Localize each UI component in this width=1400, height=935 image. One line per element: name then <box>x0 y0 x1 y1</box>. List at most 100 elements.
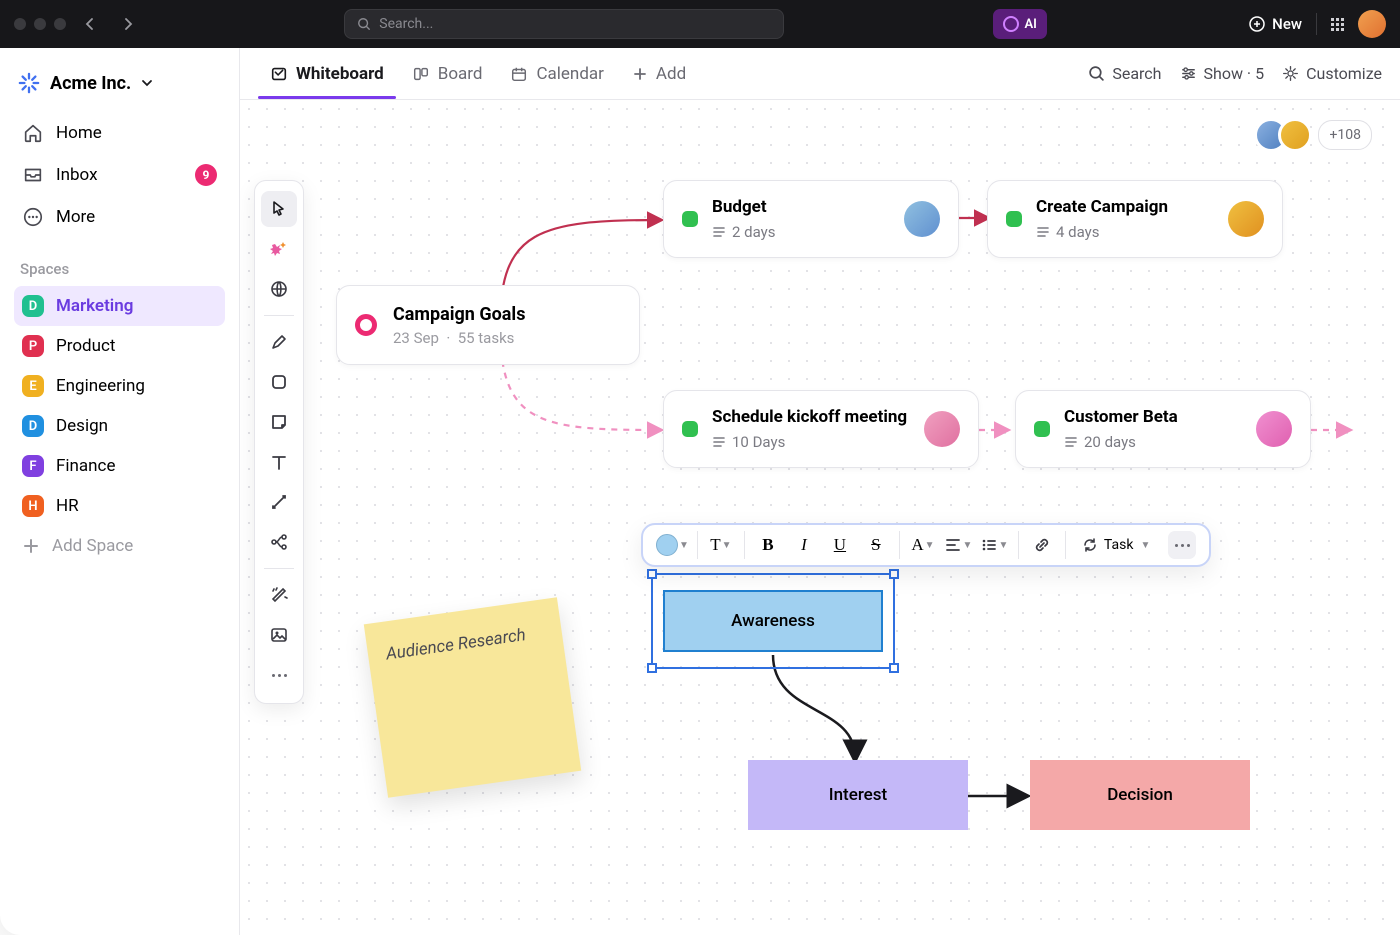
whiteboard-canvas[interactable]: +108 <box>240 100 1400 935</box>
show-filters-button[interactable]: Show · 5 <box>1180 64 1265 83</box>
font-family-button[interactable]: T▼ <box>706 530 736 560</box>
main-content: Whiteboard Board Calendar Add Search <box>240 48 1400 935</box>
text-color-button[interactable]: A▼ <box>908 530 938 560</box>
user-avatar[interactable] <box>1358 10 1386 38</box>
view-bar: Whiteboard Board Calendar Add Search <box>240 48 1400 100</box>
nav-home[interactable]: Home <box>14 112 225 154</box>
card-customer-beta[interactable]: Customer Beta 20 days <box>1015 390 1311 468</box>
text-tool[interactable] <box>261 444 297 480</box>
global-search[interactable]: Search... <box>344 9 784 39</box>
ai-button[interactable]: AI <box>993 9 1047 39</box>
more-collaborators[interactable]: +108 <box>1318 120 1372 150</box>
sticky-note[interactable]: Audience Research <box>364 597 581 797</box>
back-button[interactable] <box>76 10 104 38</box>
space-item-product[interactable]: PProduct <box>14 326 225 366</box>
sidebar: Acme Inc. Home Inbox 9 More Spaces DMark… <box>0 48 240 935</box>
resize-handle[interactable] <box>647 663 657 673</box>
align-button[interactable]: ▼ <box>944 530 974 560</box>
minimize-button[interactable] <box>34 18 46 30</box>
plus-icon <box>22 537 40 555</box>
shape-awareness[interactable]: Awareness <box>663 590 883 652</box>
list-button[interactable]: ▼ <box>980 530 1010 560</box>
shape-decision[interactable]: Decision <box>1030 760 1250 830</box>
shape-tool[interactable] <box>261 364 297 400</box>
status-square-icon <box>1034 421 1050 437</box>
strikethrough-button[interactable]: S <box>861 530 891 560</box>
add-space-button[interactable]: Add Space <box>14 526 225 566</box>
assignee-avatar[interactable] <box>924 411 960 447</box>
space-color-icon: E <box>22 375 44 397</box>
space-color-icon: F <box>22 455 44 477</box>
pen-tool[interactable] <box>261 324 297 360</box>
sync-icon <box>1082 537 1098 553</box>
window-controls[interactable] <box>14 18 66 30</box>
tab-board[interactable]: Board <box>400 50 495 98</box>
space-color-icon: P <box>22 335 44 357</box>
description-icon <box>1036 225 1050 239</box>
maximize-button[interactable] <box>54 18 66 30</box>
plus-circle-icon <box>1249 16 1265 32</box>
description-icon <box>712 435 726 449</box>
new-button[interactable]: New <box>1249 15 1302 33</box>
space-item-finance[interactable]: FFinance <box>14 446 225 486</box>
assignee-avatar[interactable] <box>1256 411 1292 447</box>
close-button[interactable] <box>14 18 26 30</box>
status-square-icon <box>682 421 698 437</box>
space-item-engineering[interactable]: EEngineering <box>14 366 225 406</box>
more-format-button[interactable] <box>1168 531 1196 559</box>
customize-button[interactable]: Customize <box>1282 64 1382 83</box>
card-budget[interactable]: Budget 2 days <box>663 180 959 258</box>
resize-handle[interactable] <box>889 663 899 673</box>
ai-tool[interactable] <box>261 231 297 267</box>
bold-button[interactable]: B <box>753 530 783 560</box>
forward-button[interactable] <box>114 10 142 38</box>
status-square-icon <box>682 211 698 227</box>
space-item-design[interactable]: DDesign <box>14 406 225 446</box>
space-item-hr[interactable]: HHR <box>14 486 225 526</box>
web-tool[interactable] <box>261 271 297 307</box>
search-icon <box>1088 65 1105 82</box>
board-icon <box>412 65 430 83</box>
collaborator-avatars[interactable]: +108 <box>1264 118 1372 152</box>
space-item-marketing[interactable]: DMarketing <box>14 286 225 326</box>
resize-handle[interactable] <box>889 569 899 579</box>
shape-interest[interactable]: Interest <box>748 760 968 830</box>
connector-tool[interactable] <box>261 484 297 520</box>
toolbox-divider <box>264 568 294 569</box>
resize-handle[interactable] <box>647 569 657 579</box>
image-tool[interactable] <box>261 617 297 653</box>
tab-calendar[interactable]: Calendar <box>498 50 615 98</box>
apps-menu-button[interactable] <box>1331 18 1344 31</box>
search-icon <box>357 17 371 31</box>
inbox-badge: 9 <box>195 164 217 186</box>
nav-inbox[interactable]: Inbox 9 <box>14 154 225 196</box>
format-toolbar: ▼ T▼ B I U S A▼ ▼ ▼ <box>641 523 1211 567</box>
card-kickoff[interactable]: Schedule kickoff meeting 10 Days <box>663 390 979 468</box>
wand-tool[interactable] <box>261 577 297 613</box>
status-ring-icon <box>355 314 377 336</box>
more-tools[interactable] <box>261 657 297 693</box>
workspace-logo-icon <box>18 72 40 94</box>
workspace-switcher[interactable]: Acme Inc. <box>14 68 225 112</box>
italic-button[interactable]: I <box>789 530 819 560</box>
avatar[interactable] <box>1278 118 1312 152</box>
description-icon <box>712 225 726 239</box>
plus-icon <box>632 66 648 82</box>
view-search-button[interactable]: Search <box>1088 64 1161 83</box>
pointer-tool[interactable] <box>261 191 297 227</box>
convert-to-task-button[interactable]: Task▼ <box>1074 537 1158 553</box>
divider <box>1316 13 1317 35</box>
card-create-campaign[interactable]: Create Campaign 4 days <box>987 180 1283 258</box>
assignee-avatar[interactable] <box>1228 201 1264 237</box>
add-view-button[interactable]: Add <box>620 50 698 98</box>
card-campaign-goals[interactable]: Campaign Goals 23 Sep · 55 tasks <box>336 285 640 365</box>
link-button[interactable] <box>1027 530 1057 560</box>
nav-more[interactable]: More <box>14 196 225 238</box>
fill-color-button[interactable]: ▼ <box>656 530 689 560</box>
mindmap-tool[interactable] <box>261 524 297 560</box>
sticky-note-tool[interactable] <box>261 404 297 440</box>
inbox-icon <box>22 164 44 186</box>
assignee-avatar[interactable] <box>904 201 940 237</box>
underline-button[interactable]: U <box>825 530 855 560</box>
tab-whiteboard[interactable]: Whiteboard <box>258 50 396 98</box>
